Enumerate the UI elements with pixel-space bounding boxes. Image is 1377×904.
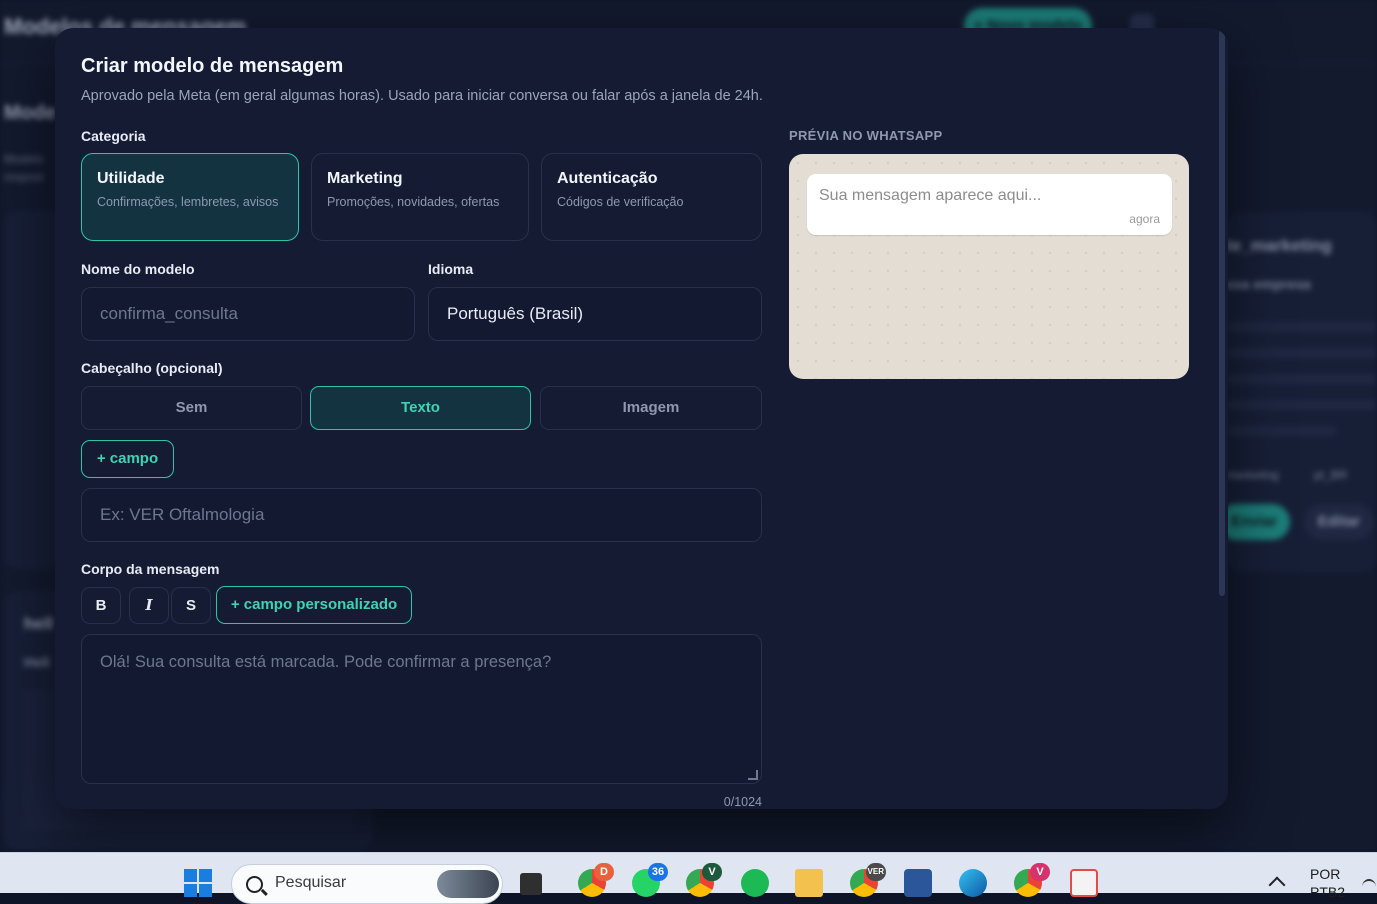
category-name: Utilidade [97,170,165,187]
category-name: Autenticação [557,170,658,187]
profile-badge: D [594,863,614,881]
background-right-card-sub: ssa empresa [1226,276,1311,292]
category-description: Códigos de verificação [557,195,684,209]
keyboard-language[interactable]: POR PTB2 [1310,865,1345,901]
italic-button[interactable]: I [129,587,169,624]
char-counter: 0/1024 [723,795,762,809]
modal-title: Criar modelo de mensagem [81,55,344,77]
category-name: Marketing [327,170,403,187]
background-right-card-title: te_marketing [1226,236,1332,255]
create-template-modal: Criar modelo de mensagem Aprovado pela M… [55,28,1228,809]
language-code: POR [1310,866,1341,882]
taskbar-search-text: Pesquisar [275,874,347,891]
background-section-title: Mode [4,102,57,124]
language-layout: PTB2 [1310,884,1346,900]
preview-message-time: agora [1129,212,1160,226]
whatsapp-preview: Sua mensagem aparece aqui... agora [789,154,1189,379]
background-card-right: te_marketing ssa empresa marketing pt_BR… [1218,212,1377,572]
chrome-profile-1-icon[interactable]: D [578,863,614,897]
body-placeholder: Olá! Sua consulta está marcada. Pode con… [100,653,552,671]
snipping-tool-icon[interactable] [1070,869,1098,897]
bold-button[interactable]: B [81,587,121,624]
search-icon [246,876,263,893]
windows-start-icon[interactable] [184,869,212,897]
background-section-sub: Modelo respost [4,152,44,184]
header-option-image[interactable]: Imagem [540,386,762,430]
edge-icon[interactable] [959,869,987,897]
body-textarea[interactable]: Olá! Sua consulta está marcada. Pode con… [81,634,762,784]
wifi-icon[interactable] [1362,879,1376,895]
category-description: Confirmações, lembretes, avisos [97,195,279,209]
search-highlight-image [437,870,499,898]
body-label: Corpo da mensagem [81,561,220,577]
resize-handle-icon[interactable] [748,770,758,780]
chevron-up-icon[interactable] [1268,876,1286,894]
language-label: Idioma [428,261,474,277]
template-name-label: Nome do modelo [81,261,195,277]
header-option-text[interactable]: Texto [310,386,531,430]
taskbar-search[interactable]: Pesquisar [231,864,503,904]
category-label: Categoria [81,128,146,144]
template-name-input[interactable]: confirma_consulta [81,287,415,341]
preview-message-bubble: Sua mensagem aparece aqui... agora [807,174,1172,235]
chrome-profile-2-icon[interactable]: V [686,863,722,897]
body-add-custom-field-button[interactable]: + campo personalizado [216,586,412,624]
header-text-input[interactable]: Ex: VER Oftalmologia [81,488,762,542]
modal-subtitle: Aprovado pela Meta (em geral algumas hor… [81,88,763,104]
category-option-utility[interactable]: Utilidade Confirmações, lembretes, aviso… [81,153,299,241]
language-select[interactable]: Português (Brasil) [428,287,762,341]
profile-badge: V [1030,863,1050,881]
background-tag-2: pt_BR [1314,468,1348,482]
strikethrough-button[interactable]: S [171,587,211,624]
profile-badge: V [702,863,722,881]
spotify-icon[interactable] [741,869,769,897]
modal-scrollbar[interactable] [1219,30,1225,596]
chrome-profile-4-icon[interactable]: V [1014,863,1050,897]
header-label: Cabeçalho (opcional) [81,360,223,376]
taskbar: Pesquisar D 36 V VER V POR PTB2 [0,852,1377,904]
background-left-card-title: hell [24,614,54,633]
header-add-field-button[interactable]: + campo [81,440,174,478]
category-option-authentication[interactable]: Autenticação Códigos de verificação [541,153,762,241]
word-icon[interactable] [904,869,932,897]
header-option-none[interactable]: Sem [81,386,302,430]
notification-badge: 36 [648,863,668,881]
background-edit-button: Editar [1304,504,1374,540]
whatsapp-icon[interactable]: 36 [632,863,668,897]
chrome-profile-3-icon[interactable]: VER [850,863,886,897]
file-explorer-icon[interactable] [795,869,823,897]
background-left-card-sub: Hell [24,654,50,670]
category-option-marketing[interactable]: Marketing Promoções, novidades, ofertas [311,153,529,241]
background-tag-1: marketing [1226,468,1279,482]
preview-label: PRÉVIA NO WHATSAPP [789,128,943,143]
background-send-button: Enviar [1218,504,1290,540]
category-description: Promoções, novidades, ofertas [327,195,500,209]
preview-message-text: Sua mensagem aparece aqui... [819,187,1042,204]
profile-badge: VER [865,863,886,881]
